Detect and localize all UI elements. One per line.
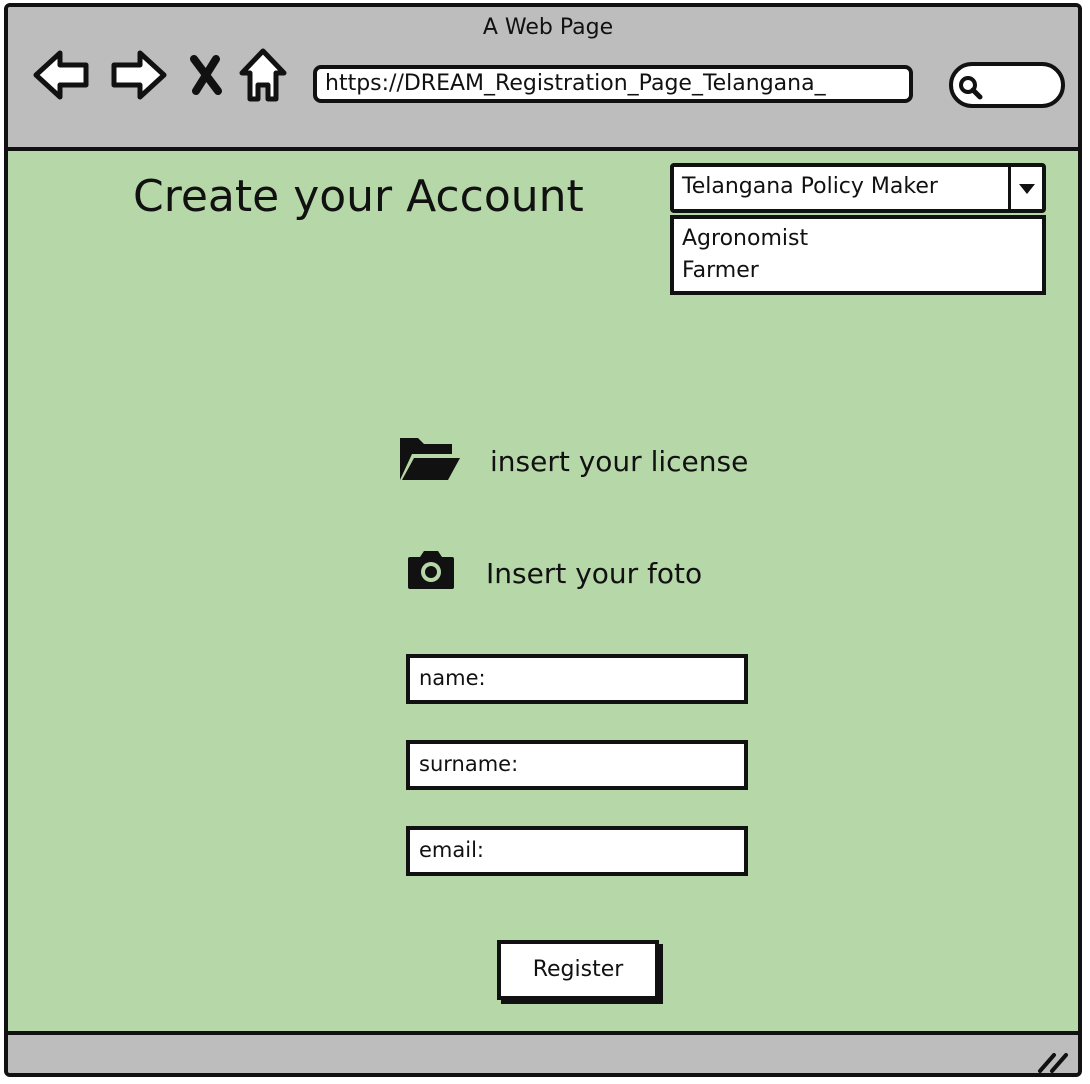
register-button[interactable]: Register xyxy=(497,940,659,1000)
home-icon[interactable] xyxy=(238,47,288,109)
license-label: insert your license xyxy=(490,445,749,478)
name-field[interactable]: name: xyxy=(406,654,748,704)
role-dropdown-list: Agronomist Farmer xyxy=(670,215,1046,295)
license-upload[interactable]: insert your license xyxy=(398,434,748,489)
email-field[interactable]: email: xyxy=(406,826,748,876)
browser-window: A Web Page https://DREAM_Registration_Pa… xyxy=(4,3,1082,1077)
page-title: Create your Account xyxy=(133,171,584,222)
browser-status-bar xyxy=(8,1031,1078,1073)
surname-field[interactable]: surname: xyxy=(406,740,748,790)
role-option-farmer[interactable]: Farmer xyxy=(682,255,1034,287)
browser-search-box[interactable] xyxy=(949,62,1065,108)
search-icon xyxy=(959,76,983,100)
forward-arrow-icon[interactable] xyxy=(108,47,168,107)
role-option-agronomist[interactable]: Agronomist xyxy=(682,223,1034,255)
resize-grip-icon[interactable] xyxy=(1036,1049,1070,1073)
close-icon[interactable] xyxy=(188,55,224,99)
chevron-down-icon[interactable] xyxy=(1008,167,1042,209)
camera-icon xyxy=(406,549,456,598)
role-select-value: Telangana Policy Maker xyxy=(682,174,938,199)
photo-upload[interactable]: Insert your foto xyxy=(406,549,702,598)
photo-label: Insert your foto xyxy=(486,557,703,590)
address-bar[interactable]: https://DREAM_Registration_Page_Telangan… xyxy=(313,65,913,103)
browser-titlebar: A Web Page https://DREAM_Registration_Pa… xyxy=(8,7,1078,151)
folder-open-icon xyxy=(398,434,462,489)
page-content: Create your Account Telangana Policy Mak… xyxy=(8,151,1078,1031)
back-arrow-icon[interactable] xyxy=(32,47,92,107)
window-title: A Web Page xyxy=(482,15,614,40)
role-select[interactable]: Telangana Policy Maker xyxy=(670,163,1046,213)
